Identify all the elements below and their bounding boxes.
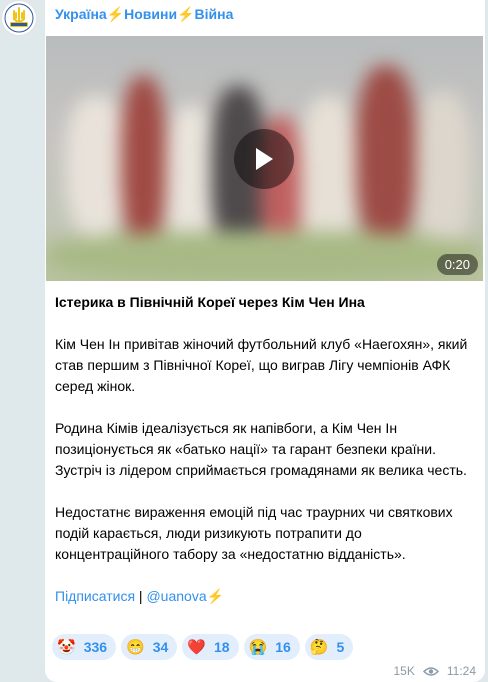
message-bubble: Україна⚡Новини⚡Війна 0:20 Істерика в Пів… <box>45 0 485 682</box>
link-separator: | <box>135 588 147 604</box>
subscribe-link[interactable]: Підписатися <box>55 588 135 604</box>
play-icon <box>256 148 273 170</box>
video-preview[interactable]: 0:20 <box>46 36 483 281</box>
reaction-heart[interactable]: ❤️ 18 <box>182 634 239 660</box>
channel-avatar[interactable] <box>1 0 37 36</box>
post-text: Істерика в Північній Кореї через Кім Чен… <box>55 292 477 607</box>
view-count: 15K <box>393 664 415 678</box>
crying-emoji-icon: 😭 <box>248 638 268 656</box>
channel-logo-icon <box>4 3 34 33</box>
post-title: Істерика в Північній Кореї через Кім Чен… <box>55 294 365 310</box>
reactions-bar: 🤡 336 😁 34 ❤️ 18 😭 16 🤔 5 <box>52 634 354 660</box>
channel-handle-link[interactable]: @uanova <box>146 588 206 604</box>
reaction-count: 336 <box>83 639 108 655</box>
reaction-thinking[interactable]: 🤔 5 <box>304 634 354 660</box>
grin-emoji-icon: 😁 <box>126 638 145 656</box>
reaction-count: 5 <box>336 639 345 655</box>
post-links: Підписатися | @uanova⚡ <box>55 586 477 607</box>
heart-emoji-icon: ❤️ <box>187 638 206 656</box>
reaction-count: 34 <box>152 639 169 655</box>
reaction-clown[interactable]: 🤡 336 <box>52 634 117 660</box>
channel-name[interactable]: Україна⚡Новини⚡Війна <box>55 6 233 23</box>
reaction-count: 16 <box>275 639 291 655</box>
reaction-grin[interactable]: 😁 34 <box>121 634 178 660</box>
eye-icon <box>422 666 439 676</box>
clown-emoji-icon: 🤡 <box>57 638 76 656</box>
message-meta: 15K 11:24 <box>394 664 477 678</box>
thinking-emoji-icon: 🤔 <box>309 638 329 656</box>
post-paragraph: Недостатнє вираження емоцій під час трау… <box>55 504 453 562</box>
reaction-crying[interactable]: 😭 16 <box>243 634 300 660</box>
play-button[interactable] <box>234 129 294 189</box>
video-duration: 0:20 <box>436 254 478 275</box>
lightning-emoji: ⚡ <box>206 588 225 604</box>
post-paragraph: Родина Кімів ідеалізується як напівбоги,… <box>55 420 467 478</box>
post-paragraph: Кім Чен Ін привітав жіночий футбольний к… <box>55 336 468 394</box>
message-time: 11:24 <box>446 664 476 678</box>
reaction-count: 18 <box>214 639 230 655</box>
